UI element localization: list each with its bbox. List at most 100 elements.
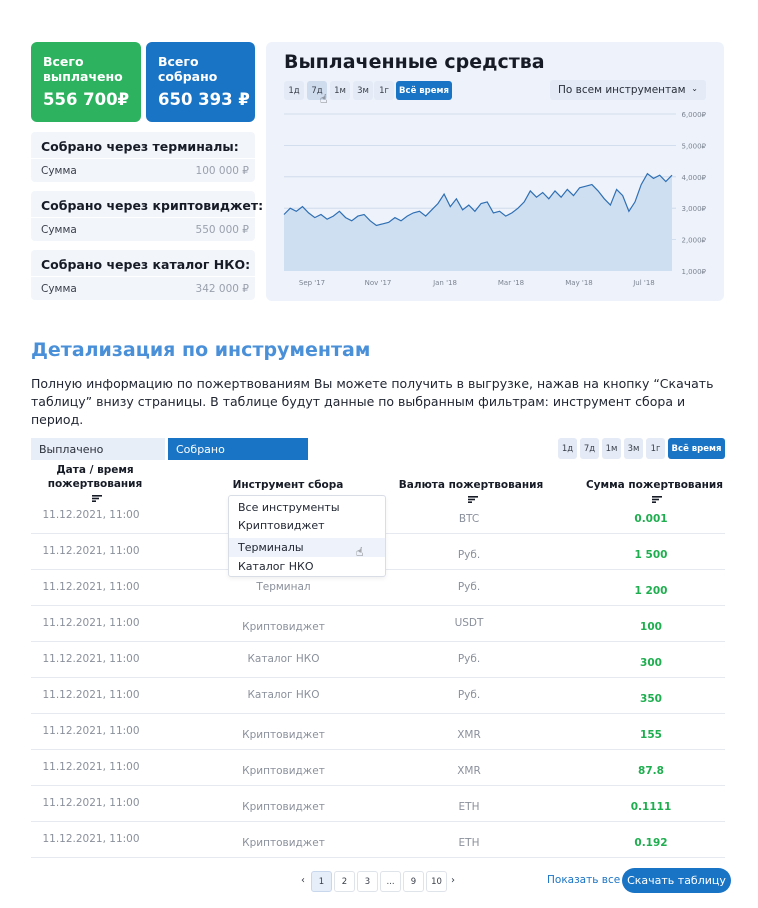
cell-date: 11.12.2021, 11:00 [42, 617, 140, 629]
period-1d-button[interactable]: 1д [284, 81, 304, 100]
dropdown-option-crypto[interactable]: Криптовиджет [229, 516, 385, 535]
cell-sum: 155 [640, 729, 662, 741]
cell-instrument: Криптовиджет [242, 729, 325, 741]
collected-catalog-value: 342 000 ₽ [195, 283, 249, 295]
instrument-select-value: По всем инструментам [558, 84, 686, 96]
table-period-7d-button[interactable]: 7д [580, 438, 599, 459]
page-2-button[interactable]: 2 [334, 871, 355, 892]
page-10-button[interactable]: 10 [426, 871, 447, 892]
collected-catalog-key: Сумма [41, 283, 77, 295]
cell-instrument: Криптовиджет [242, 621, 325, 633]
cell-currency: XMR [457, 765, 481, 777]
y-tick-label: 5,000₽ [682, 142, 707, 150]
header-instrument-label: Инструмент сбора [232, 479, 344, 491]
collected-terminals-title: Собрано через терминалы: [41, 139, 239, 154]
table-period-1m-button[interactable]: 1м [602, 438, 621, 459]
cell-sum: 0.192 [634, 837, 668, 849]
y-tick-label: 4,000₽ [682, 174, 707, 182]
cell-currency: ETH [458, 837, 480, 849]
cell-date: 11.12.2021, 11:00 [42, 725, 140, 737]
tab-collected[interactable]: Собрано [168, 438, 308, 460]
page-3-button[interactable]: 3 [357, 871, 378, 892]
period-1y-button[interactable]: 1г [374, 81, 394, 100]
table-row: 11.12.2021, 11:00 Каталог НКО Руб. 300 [31, 642, 725, 678]
cell-date: 11.12.2021, 11:00 [42, 797, 140, 809]
dropdown-option-catalog[interactable]: Каталог НКО [229, 557, 385, 576]
collected-terminals-box: Собрано через терминалы: Сумма 100 000 ₽ [31, 132, 255, 182]
total-paid-value: 556 700₽ [43, 90, 130, 109]
cell-date: 11.12.2021, 11:00 [42, 653, 140, 665]
collected-crypto-title: Собрано через криптовиджет: [41, 198, 264, 213]
cell-currency: Руб. [457, 549, 481, 561]
table-period-1d-button[interactable]: 1д [558, 438, 577, 459]
page-9-button[interactable]: 9 [403, 871, 424, 892]
paid-chart: 1,000₽ 2,000₽ 3,000₽ 4,000₽ 5,000₽ 6,000₽ Sep … [283, 111, 707, 287]
cell-currency: XMR [457, 729, 481, 741]
period-3m-button[interactable]: 3м [353, 81, 373, 100]
cell-sum: 350 [640, 693, 662, 705]
cell-date: 11.12.2021, 11:00 [42, 689, 140, 701]
collected-terminals-value: 100 000 ₽ [195, 165, 249, 177]
table-period-all-time-button[interactable]: Всё время [668, 438, 725, 459]
page-ellipsis: ... [380, 871, 401, 892]
cell-currency: USDT [454, 617, 484, 629]
header-currency-label: Валюта пожертвования [398, 479, 544, 491]
total-paid-label: Всего выплачено [43, 54, 123, 84]
header-sum-label: Сумма пожертвования [585, 479, 724, 491]
cell-currency: ETH [458, 801, 480, 813]
x-tick-label: Sep '17 [299, 279, 325, 287]
table-row: 11.12.2021, 11:00 Криптовиджет USDT 100 [31, 606, 725, 642]
hand-cursor-icon: ☝ [356, 545, 364, 559]
hand-cursor-icon: ☝ [320, 92, 328, 106]
next-page-icon[interactable]: › [451, 875, 455, 886]
collected-crypto-value: 550 000 ₽ [195, 224, 249, 236]
cell-instrument: Каталог НКО [247, 653, 320, 665]
total-collected-label: Всего собрано [158, 54, 218, 84]
cell-instrument: Терминал [256, 581, 311, 593]
cell-sum: 100 [640, 621, 662, 633]
cell-sum: 0.001 [634, 513, 668, 525]
table-row: 11.12.2021, 11:00 Криптовиджет XMR 155 [31, 714, 725, 750]
x-tick-label: Nov '17 [365, 279, 392, 287]
table-period-3m-button[interactable]: 3м [624, 438, 643, 459]
divider [31, 217, 255, 218]
table-period-1y-button[interactable]: 1г [646, 438, 665, 459]
x-tick-label: Mar '18 [498, 279, 524, 287]
cell-currency: Руб. [457, 653, 481, 665]
prev-page-icon[interactable]: ‹ [301, 875, 305, 886]
cell-sum: 300 [640, 657, 662, 669]
x-tick-label: May '18 [565, 279, 593, 287]
cell-currency: BTC [458, 513, 480, 525]
cell-date: 11.12.2021, 11:00 [42, 761, 140, 773]
tab-paid[interactable]: Выплачено [31, 438, 165, 460]
table-row: 11.12.2021, 11:00 Криптовиджет XMR 87.8 [31, 750, 725, 786]
collected-catalog-title: Собрано через каталог НКО: [41, 257, 251, 272]
cell-instrument: Криптовиджет [242, 765, 325, 777]
period-all-time-button[interactable]: Всё время [396, 81, 452, 100]
cell-instrument: Каталог НКО [247, 689, 320, 701]
cell-currency: Руб. [457, 581, 481, 593]
instrument-dropdown: Все инструменты Криптовиджет Терминалы К… [228, 495, 386, 577]
details-description: Полную информацию по пожертвованиям Вы м… [31, 376, 714, 427]
show-all-link[interactable]: Показать все [547, 874, 620, 886]
cell-instrument: Криптовиджет [242, 801, 325, 813]
x-tick-label: Jul '18 [632, 279, 655, 287]
page-1-button[interactable]: 1 [311, 871, 332, 892]
cell-date: 11.12.2021, 11:00 [42, 581, 140, 593]
table-row: 11.12.2021, 11:00 Каталог НКО Руб. 350 [31, 678, 725, 714]
cell-sum: 1 200 [634, 585, 668, 597]
download-table-button[interactable]: Скачать таблицу [622, 868, 731, 893]
total-collected-card: Всего собрано 650 393 ₽ [146, 42, 255, 122]
dropdown-option-all[interactable]: Все инструменты [229, 498, 385, 517]
collected-terminals-key: Сумма [41, 165, 77, 177]
cell-sum: 1 500 [634, 549, 668, 561]
instrument-select[interactable]: По всем инструментам ⌄ [550, 80, 706, 100]
period-1m-button[interactable]: 1м [330, 81, 350, 100]
x-tick-label: Jan '18 [432, 279, 457, 287]
series-area [284, 173, 672, 271]
cell-sum: 0.1111 [630, 801, 672, 813]
y-tick-label: 1,000₽ [682, 268, 707, 276]
table-row: 11.12.2021, 11:00 Криптовиджет ETH 0.192 [31, 822, 725, 858]
chart-title: Выплаченные средства [284, 51, 545, 73]
y-tick-label: 2,000₽ [682, 237, 707, 245]
